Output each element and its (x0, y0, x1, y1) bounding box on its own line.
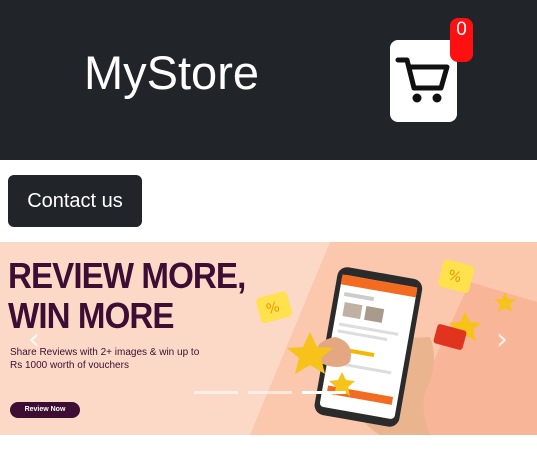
carousel-indicator-1[interactable] (194, 391, 238, 394)
promo-carousel[interactable]: % % REVIEW MORE, WIN MORE Share Reviews … (0, 242, 537, 435)
carousel-indicator-3[interactable] (302, 391, 346, 394)
review-now-button[interactable]: Review Now (10, 402, 80, 418)
carousel-next-icon[interactable]: › (496, 322, 508, 357)
carousel-prev-icon[interactable]: ‹ (28, 322, 40, 357)
carousel-subtitle: Share Reviews with 2+ images & win up to… (10, 347, 200, 371)
cart-button[interactable] (390, 40, 457, 122)
carousel-indicators (194, 391, 354, 395)
brand-title[interactable]: MyStore (84, 45, 259, 101)
carousel-title: REVIEW MORE, WIN MORE (8, 255, 246, 336)
contact-us-button[interactable]: Contact us (8, 175, 142, 227)
cart-icon (395, 57, 450, 103)
carousel-indicator-2[interactable] (248, 391, 292, 394)
cart-count-badge: 0 (450, 18, 473, 62)
header: MyStore 0 (0, 0, 537, 160)
